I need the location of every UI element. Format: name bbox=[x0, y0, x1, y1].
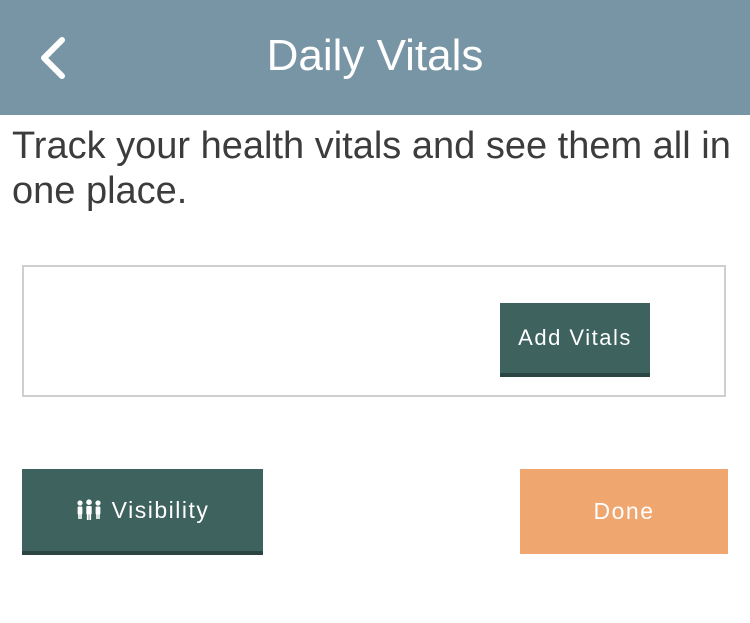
add-vitals-button[interactable]: Add Vitals bbox=[500, 303, 650, 377]
add-vitals-button-label: Add Vitals bbox=[518, 325, 632, 350]
done-button[interactable]: Done bbox=[520, 469, 728, 554]
page-title: Daily Vitals bbox=[266, 31, 484, 80]
visibility-button[interactable]: Visibility bbox=[22, 469, 263, 555]
intro-text: Track your health vitals and see them al… bbox=[12, 125, 731, 212]
done-button-label: Done bbox=[593, 498, 655, 524]
people-icon bbox=[77, 499, 101, 520]
app-header: Daily Vitals bbox=[0, 0, 750, 115]
visibility-button-label: Visibility bbox=[111, 496, 210, 523]
